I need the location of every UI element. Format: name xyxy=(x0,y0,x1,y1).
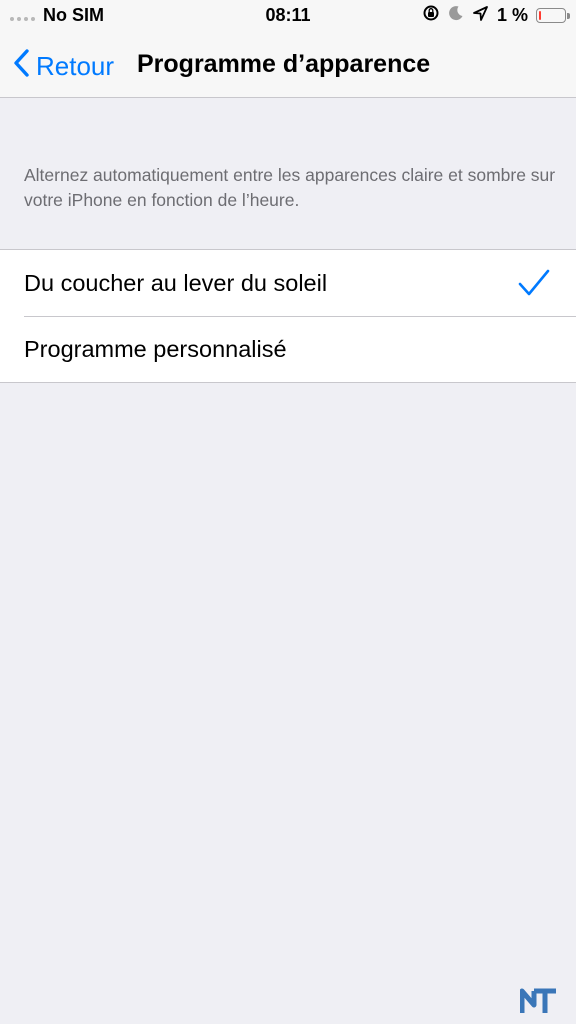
navigation-bar: Retour Programme d’apparence xyxy=(0,30,576,98)
screen: No SIM 08:11 1 % Retour Programme d’appa… xyxy=(0,0,576,1024)
option-sunset-to-sunrise[interactable]: Du coucher au lever du soleil xyxy=(0,250,576,316)
location-arrow-icon xyxy=(472,5,489,27)
battery-percent: 1 % xyxy=(496,5,528,25)
battery-level xyxy=(539,11,541,20)
option-custom-schedule[interactable]: Programme personnalisé xyxy=(0,316,576,382)
back-label: Retour xyxy=(36,51,115,81)
watermark-logo xyxy=(519,987,572,1020)
orientation-lock-icon xyxy=(422,4,440,27)
chevron-left-icon xyxy=(12,48,30,85)
page-title: Programme d’apparence xyxy=(137,50,431,78)
checkmark-icon xyxy=(518,269,550,303)
status-right-group: 1 % xyxy=(422,4,570,27)
battery-icon xyxy=(536,8,570,23)
status-bar: No SIM 08:11 1 % xyxy=(0,0,576,30)
moon-icon xyxy=(448,5,464,26)
back-button[interactable]: Retour xyxy=(12,48,114,85)
schedule-options-list: Du coucher au lever du soleil Programme … xyxy=(0,249,576,383)
option-label: Du coucher au lever du soleil xyxy=(24,269,328,296)
section-description: Alternez automatiquement entre les appar… xyxy=(24,165,556,210)
option-label: Programme personnalisé xyxy=(24,335,287,362)
